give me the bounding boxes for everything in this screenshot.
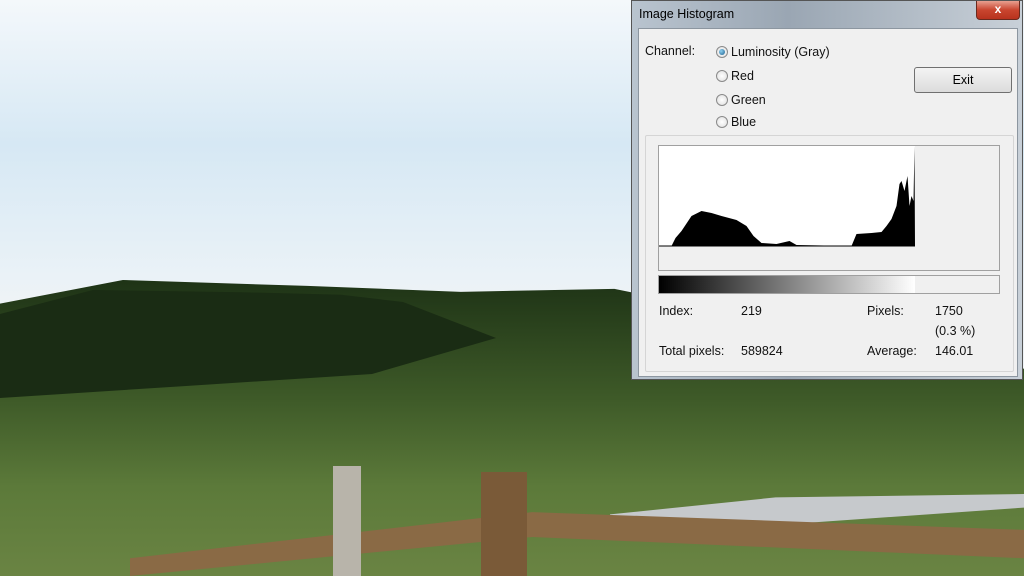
radio-label: Red (731, 69, 754, 83)
dialog-client: Channel: Luminosity (Gray) Red Green Blu… (638, 28, 1018, 377)
intensity-gradient-bar (658, 275, 1000, 294)
close-button[interactable]: x (976, 1, 1020, 20)
gradient-fill (659, 276, 915, 293)
total-pixels-value: 589824 (741, 344, 783, 358)
channel-label: Channel: (645, 44, 696, 58)
average-label: Average: (867, 344, 917, 358)
average-value: 146.01 (935, 344, 974, 358)
radio-icon[interactable] (716, 116, 728, 128)
total-pixels-label: Total pixels: (659, 344, 725, 358)
pixels-label: Pixels: (867, 304, 904, 318)
histogram-dialog: Image Histogram x Channel: Luminosity (G… (631, 0, 1023, 380)
exit-button[interactable]: Exit (914, 67, 1012, 93)
histogram-svg (659, 146, 915, 247)
pixels-value: 1750 (935, 304, 963, 318)
dialog-title: Image Histogram (639, 7, 735, 21)
radio-icon[interactable] (716, 46, 728, 58)
radio-label: Blue (731, 115, 757, 129)
pixels-percent: (0.3 %) (935, 324, 976, 338)
radio-label: Green (731, 93, 766, 107)
radio-icon[interactable] (716, 94, 728, 106)
radio-icon[interactable] (716, 70, 728, 82)
histogram-chart[interactable] (658, 145, 1000, 271)
index-label: Index: (659, 304, 694, 318)
index-value: 219 (741, 304, 762, 318)
radio-label: Luminosity (Gray) (731, 45, 830, 59)
